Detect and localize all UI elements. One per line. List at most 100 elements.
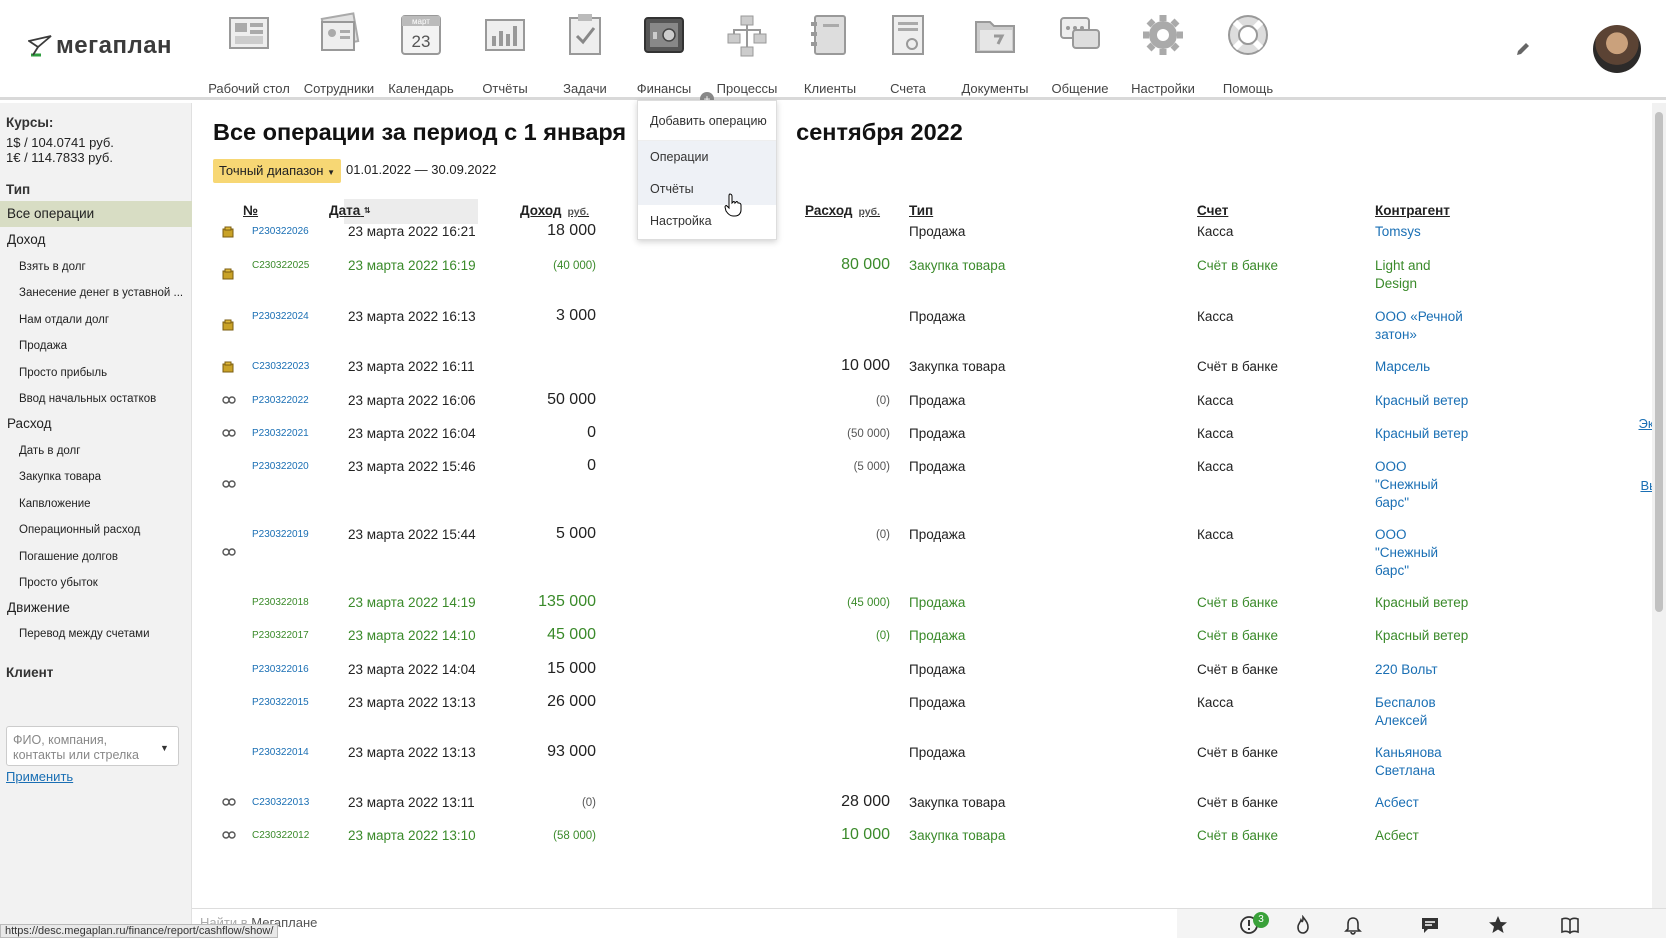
operation-number[interactable]: P230322020 xyxy=(252,461,309,472)
menu-item-reports[interactable]: Отчёты xyxy=(638,173,776,205)
book-icon[interactable] xyxy=(1560,915,1580,935)
operation-number[interactable]: P230322021 xyxy=(252,428,309,439)
menu-item-add-operation[interactable]: Добавить операцию xyxy=(638,101,776,141)
operation-link[interactable]: P230322024 xyxy=(252,311,309,322)
sidebar-expense-item-1[interactable]: Дать в долг xyxy=(0,438,192,464)
header-expense[interactable]: Расход руб. xyxy=(805,203,880,218)
operation-link[interactable]: C230322012 xyxy=(252,830,309,841)
partner-cell[interactable]: Красный ветер xyxy=(1375,594,1485,612)
operation-number[interactable]: P230322016 xyxy=(252,664,309,675)
chat-icon[interactable] xyxy=(1420,915,1440,935)
nav-item-1[interactable]: Рабочий стол xyxy=(199,12,299,96)
client-search-input[interactable]: ФИО, компания, контакты или стрелка вниз… xyxy=(6,726,179,766)
operation-link[interactable]: P230322017 xyxy=(252,630,309,641)
logo[interactable]: мегаплан xyxy=(28,32,172,60)
operation-number[interactable]: P230322017 xyxy=(252,630,309,641)
partner-link[interactable]: Каньянова Светлана xyxy=(1375,745,1442,778)
partner-link[interactable]: Tomsys xyxy=(1375,224,1421,239)
operation-link[interactable]: P230322019 xyxy=(252,529,309,540)
partner-cell[interactable]: 220 Вольт xyxy=(1375,661,1485,679)
partner-link[interactable]: Красный ветер xyxy=(1375,595,1468,610)
header-account[interactable]: Счет xyxy=(1197,203,1228,218)
partner-link[interactable]: ООО "Снежный барс" xyxy=(1375,459,1438,510)
operation-link[interactable]: C230322023 xyxy=(252,361,309,372)
partner-cell[interactable]: ООО "Снежный барс" xyxy=(1375,526,1485,580)
partner-cell[interactable]: Беспалов Алексей xyxy=(1375,694,1485,730)
operation-number[interactable]: P230322024 xyxy=(252,311,309,322)
operation-link[interactable]: P230322018 xyxy=(252,597,309,608)
partner-cell[interactable]: Асбест xyxy=(1375,794,1485,812)
partner-cell[interactable]: ООО "Снежный барс" xyxy=(1375,458,1485,512)
operation-number[interactable]: P230322014 xyxy=(252,747,309,758)
partner-link[interactable]: ООО «Речной затон» xyxy=(1375,309,1463,342)
header-date[interactable]: Дата ⇅ xyxy=(329,203,371,218)
sidebar-expense-item-5[interactable]: Погашение долгов xyxy=(0,544,192,570)
partner-link[interactable]: Марсель xyxy=(1375,359,1430,374)
header-income[interactable]: Доход руб. xyxy=(520,203,589,218)
partner-cell[interactable]: Каньянова Светлана xyxy=(1375,744,1485,780)
sidebar-item-movement[interactable]: Движение xyxy=(0,595,192,621)
operation-link[interactable]: P230322022 xyxy=(252,395,309,406)
partner-cell[interactable]: Красный ветер xyxy=(1375,425,1485,443)
sidebar-item-income[interactable]: Доход xyxy=(0,227,192,253)
operation-link[interactable]: C230322013 xyxy=(252,797,309,808)
sidebar-expense-item-3[interactable]: Капвложение xyxy=(0,491,192,517)
sort-icon[interactable]: ⇅ xyxy=(364,207,371,215)
partner-cell[interactable]: Марсель xyxy=(1375,358,1485,376)
sidebar-movement-item-1[interactable]: Перевод между счетами xyxy=(0,621,192,647)
header-num[interactable]: № xyxy=(243,203,258,218)
sidebar-item-expense[interactable]: Расход xyxy=(0,411,192,437)
operation-number[interactable]: P230322015 xyxy=(252,697,309,708)
operation-link[interactable]: P230322015 xyxy=(252,697,309,708)
operation-number[interactable]: C230322025 xyxy=(252,260,309,271)
partner-link[interactable]: Красный ветер xyxy=(1375,426,1468,441)
partner-cell[interactable]: Tomsys xyxy=(1375,223,1485,241)
header-partner[interactable]: Контрагент xyxy=(1375,203,1450,218)
edit-pencil-icon[interactable] xyxy=(1514,40,1532,58)
sidebar-expense-item-2[interactable]: Закупка товара xyxy=(0,464,192,490)
nav-item-13[interactable]: Помощь xyxy=(1198,12,1298,96)
operation-number[interactable]: C230322023 xyxy=(252,361,309,372)
range-dropdown-button[interactable]: Точный диапазон ▼ xyxy=(213,159,342,183)
operation-number[interactable]: P230322026 xyxy=(252,226,309,237)
partner-link[interactable]: Асбест xyxy=(1375,795,1419,810)
partner-cell[interactable]: Light and Design xyxy=(1375,257,1485,293)
sidebar-expense-item-6[interactable]: Просто убыток xyxy=(0,570,192,596)
operation-number[interactable]: P230322018 xyxy=(252,597,309,608)
fire-icon[interactable] xyxy=(1293,915,1313,935)
nav-item-9[interactable]: Счета xyxy=(858,12,958,96)
bell-icon[interactable] xyxy=(1343,915,1363,935)
sidebar-item-all-operations[interactable]: Все операции xyxy=(0,201,192,227)
scrollbar-thumb[interactable] xyxy=(1655,112,1663,612)
sidebar-income-item-3[interactable]: Нам отдали долг xyxy=(0,307,192,333)
sidebar-income-item-1[interactable]: Взять в долг xyxy=(0,254,192,280)
partner-link[interactable]: Беспалов Алексей xyxy=(1375,695,1436,728)
menu-item-operations[interactable]: Операции xyxy=(638,141,776,173)
partner-cell[interactable]: Красный ветер xyxy=(1375,392,1485,410)
sidebar-income-item-2[interactable]: Занесение денег в уставной ... xyxy=(0,280,192,306)
operation-number[interactable]: P230322022 xyxy=(252,395,309,406)
partner-link[interactable]: 220 Вольт xyxy=(1375,662,1438,677)
operation-link[interactable]: P230322020 xyxy=(252,461,309,472)
partner-link[interactable]: Красный ветер xyxy=(1375,628,1468,643)
partner-cell[interactable]: ООО «Речной затон» xyxy=(1375,308,1485,344)
operation-link[interactable]: P230322014 xyxy=(252,747,309,758)
sidebar-income-item-5[interactable]: Просто прибыль xyxy=(0,360,192,386)
sidebar-income-item-6[interactable]: Ввод начальных остатков xyxy=(0,386,192,412)
partner-link[interactable]: ООО "Снежный барс" xyxy=(1375,527,1438,578)
header-type[interactable]: Тип xyxy=(909,203,933,218)
partner-link[interactable]: Light and Design xyxy=(1375,258,1431,291)
operation-link[interactable]: P230322021 xyxy=(252,428,309,439)
menu-item-settings[interactable]: Настройка xyxy=(638,205,776,237)
date-range-value[interactable]: 01.01.2022 — 30.09.2022 xyxy=(346,162,496,177)
operation-number[interactable]: P230322019 xyxy=(252,529,309,540)
sidebar-income-item-4[interactable]: Продажа xyxy=(0,333,192,359)
partner-cell[interactable]: Асбест xyxy=(1375,827,1485,845)
partner-cell[interactable]: Красный ветер xyxy=(1375,627,1485,645)
operation-link[interactable]: P230322026 xyxy=(252,226,309,237)
sidebar-expense-item-4[interactable]: Операционный расход xyxy=(0,517,192,543)
user-avatar[interactable] xyxy=(1593,25,1641,73)
partner-link[interactable]: Красный ветер xyxy=(1375,393,1468,408)
operation-link[interactable]: P230322016 xyxy=(252,664,309,675)
chevron-down-icon[interactable]: ▼ xyxy=(160,743,169,753)
